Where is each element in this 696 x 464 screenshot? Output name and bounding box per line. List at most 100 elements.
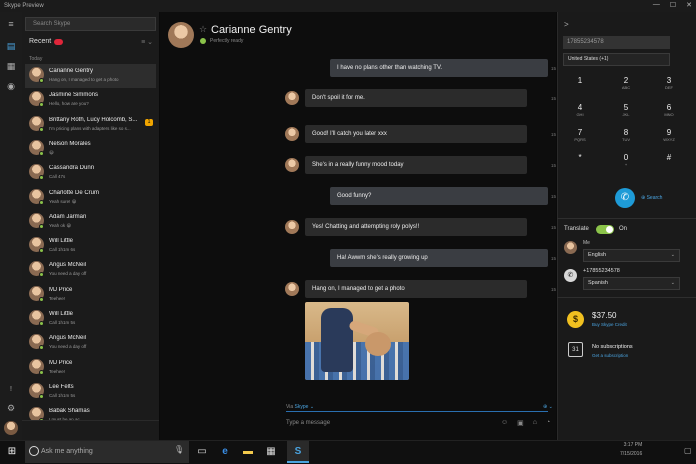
outgoing-message[interactable]: I have no plans other than watching TV. bbox=[330, 59, 548, 77]
buy-credit-link[interactable]: Buy Skype Credit bbox=[592, 322, 627, 327]
calls-icon[interactable]: ▦ bbox=[5, 60, 17, 72]
my-translate-avatar bbox=[564, 241, 577, 254]
favorite-star-icon[interactable]: ☆ bbox=[199, 24, 207, 35]
file-icon[interactable]: ⌂ bbox=[533, 419, 537, 427]
dial-key[interactable]: 0 + bbox=[615, 153, 637, 168]
other-language-select[interactable]: Spanish ⌄ bbox=[583, 277, 680, 290]
more-icon[interactable]: ◔ bbox=[546, 419, 550, 427]
dial-key-digit: 9 bbox=[666, 128, 672, 137]
contact-last-message: Teehee! bbox=[49, 368, 66, 374]
task-view-icon[interactable]: ▭ bbox=[192, 442, 212, 462]
contact-list-item[interactable]: MJ Price Teehee! bbox=[25, 356, 156, 380]
hamburger-icon[interactable]: ≡ bbox=[5, 18, 17, 30]
get-subscription-link[interactable]: Get a subscription bbox=[592, 353, 628, 358]
chat-contact-name[interactable]: Carianne Gentry bbox=[211, 24, 292, 36]
incoming-message[interactable]: Yes! Chatting and attempting roly polys!… bbox=[305, 218, 527, 236]
minimize-button[interactable]: — bbox=[653, 1, 660, 9]
translate-toggle[interactable] bbox=[596, 225, 614, 234]
calendar-icon: 31 bbox=[568, 342, 583, 357]
outgoing-message[interactable]: Ha! Awwm she's really growing up bbox=[330, 249, 548, 267]
sender-avatar bbox=[285, 282, 299, 296]
contact-list-item[interactable]: Cassandra Dunn Call 47s bbox=[25, 161, 156, 185]
contact-list-item[interactable]: Nelson Morales 😀 bbox=[25, 137, 156, 161]
my-language-select[interactable]: English ⌄ bbox=[583, 249, 680, 262]
contact-list-item[interactable]: Jasmine Simmons Hello, how are you? bbox=[25, 88, 156, 112]
skype-icon[interactable]: S bbox=[288, 442, 308, 462]
emoji-icon[interactable]: ☺ bbox=[501, 419, 508, 427]
contact-list-item[interactable]: Will Little Call 1h1m 6s bbox=[25, 234, 156, 258]
contact-list-item[interactable]: Charlotte De Crum Yeah sure! 😀 bbox=[25, 186, 156, 210]
close-button[interactable]: ✕ bbox=[686, 1, 692, 9]
contact-list-item[interactable]: Angus McNeil You need a day off bbox=[25, 331, 156, 355]
microphone-icon[interactable]: 🎙 bbox=[174, 445, 184, 454]
contact-last-message: Call 1h1m 6s bbox=[49, 247, 76, 253]
contact-list-item[interactable]: MJ Price Teehee! bbox=[25, 283, 156, 307]
message-time: 15 bbox=[551, 225, 557, 230]
subscriptions-title: No subscriptions bbox=[592, 344, 633, 350]
dial-key[interactable]: # bbox=[658, 153, 680, 162]
my-avatar[interactable] bbox=[4, 421, 18, 435]
contact-list-item[interactable]: Carianne Gentry Hang on, I managed to get… bbox=[25, 64, 156, 88]
maximize-button[interactable]: ☐ bbox=[670, 1, 676, 9]
dial-key-letters: DEF bbox=[665, 85, 673, 90]
dial-key[interactable]: 2 ABC bbox=[615, 76, 637, 91]
message-input[interactable]: Type a message bbox=[286, 420, 330, 426]
compose-divider bbox=[286, 411, 548, 412]
incoming-message[interactable]: Good! I'll catch you later xxx bbox=[305, 125, 527, 143]
contact-name: Cassandra Dunn bbox=[49, 165, 95, 172]
contact-list-item[interactable]: Will Little Call 1h1m 5s bbox=[25, 307, 156, 331]
chat-contact-status: Perfectly ready bbox=[210, 38, 244, 44]
contact-list-item[interactable]: Lee Felts Call 1h1m 5s bbox=[25, 380, 156, 404]
action-center-icon[interactable]: ▢ bbox=[684, 446, 692, 455]
dial-key[interactable]: 1 bbox=[569, 76, 591, 85]
dialer-search-link[interactable]: ⊕ Search bbox=[641, 195, 662, 201]
dial-key[interactable]: 9 WXYZ bbox=[658, 128, 680, 143]
start-windows-icon[interactable]: ⊞ bbox=[2, 442, 22, 462]
dial-key[interactable]: 4 GHI bbox=[569, 103, 591, 118]
dial-key[interactable]: * bbox=[569, 153, 591, 162]
dial-key-digit: 6 bbox=[666, 103, 672, 112]
unread-badge: 1 bbox=[145, 118, 153, 126]
add-people-icon[interactable]: ⊕ ⌄ bbox=[543, 404, 553, 410]
via-selector[interactable]: Via Skype ⌄ bbox=[286, 404, 314, 410]
sidebar-filter-icon[interactable]: ≡ ⌄ bbox=[141, 38, 153, 46]
shared-photo[interactable] bbox=[305, 302, 409, 380]
contact-list-item[interactable]: Brittany Roth, Lucy Holcomb, S... I'm pri… bbox=[25, 113, 156, 137]
incoming-message[interactable]: Don't spoil it for me. bbox=[305, 89, 527, 107]
dial-key-letters: JKL bbox=[622, 112, 630, 117]
incoming-message[interactable]: She's in a really funny mood today bbox=[305, 156, 527, 174]
info-icon[interactable]: ! bbox=[5, 384, 17, 396]
dial-key-digit: 1 bbox=[577, 76, 583, 85]
dial-key[interactable]: 3 DEF bbox=[658, 76, 680, 91]
clock-time: 3:17 PM bbox=[623, 442, 643, 448]
incoming-message[interactable]: Hang on, I managed to get a photo bbox=[305, 280, 527, 298]
search-input[interactable]: Search Skype bbox=[25, 17, 156, 31]
outgoing-message[interactable]: Good funny? bbox=[330, 187, 548, 205]
dial-number-input[interactable]: 17855234578 bbox=[563, 36, 670, 49]
collapse-panel-icon[interactable]: > bbox=[564, 20, 569, 29]
via-service[interactable]: Skype ⌄ bbox=[295, 404, 314, 410]
chevron-down-icon: ⌄ bbox=[670, 280, 675, 286]
contact-list-item[interactable]: Angus McNeil You need a day off bbox=[25, 258, 156, 282]
country-select[interactable]: United States (+1) bbox=[563, 53, 670, 66]
edge-browser-icon[interactable]: e bbox=[215, 442, 235, 462]
file-explorer-icon[interactable]: ▬ bbox=[238, 442, 258, 462]
dial-key[interactable]: 6 MNO bbox=[658, 103, 680, 118]
contact-list-item[interactable]: Adam Jarman Yeah ok 😀 bbox=[25, 210, 156, 234]
dial-key[interactable]: 7 PQRS bbox=[569, 128, 591, 143]
settings-gear-icon[interactable]: ⚙ bbox=[5, 402, 17, 414]
store-icon[interactable]: ▦ bbox=[261, 442, 281, 462]
message-time: 15 bbox=[551, 256, 557, 261]
contact-avatar[interactable] bbox=[168, 22, 194, 48]
recent-header[interactable]: Recent bbox=[29, 38, 64, 45]
cortana-search-input[interactable]: Ask me anything bbox=[25, 441, 189, 463]
system-clock[interactable]: 3:17 PM 7/15/2016 bbox=[620, 441, 642, 459]
chats-icon[interactable]: ▤ bbox=[5, 40, 17, 52]
dial-key[interactable]: 8 TUV bbox=[615, 128, 637, 143]
message-time: 15 bbox=[551, 96, 557, 101]
image-icon[interactable]: ▣ bbox=[517, 419, 524, 427]
call-button[interactable]: ✆ bbox=[615, 188, 635, 208]
dial-key[interactable]: 5 JKL bbox=[615, 103, 637, 118]
message-time: 15 bbox=[551, 287, 557, 292]
contacts-icon[interactable]: ◉ bbox=[5, 80, 17, 92]
